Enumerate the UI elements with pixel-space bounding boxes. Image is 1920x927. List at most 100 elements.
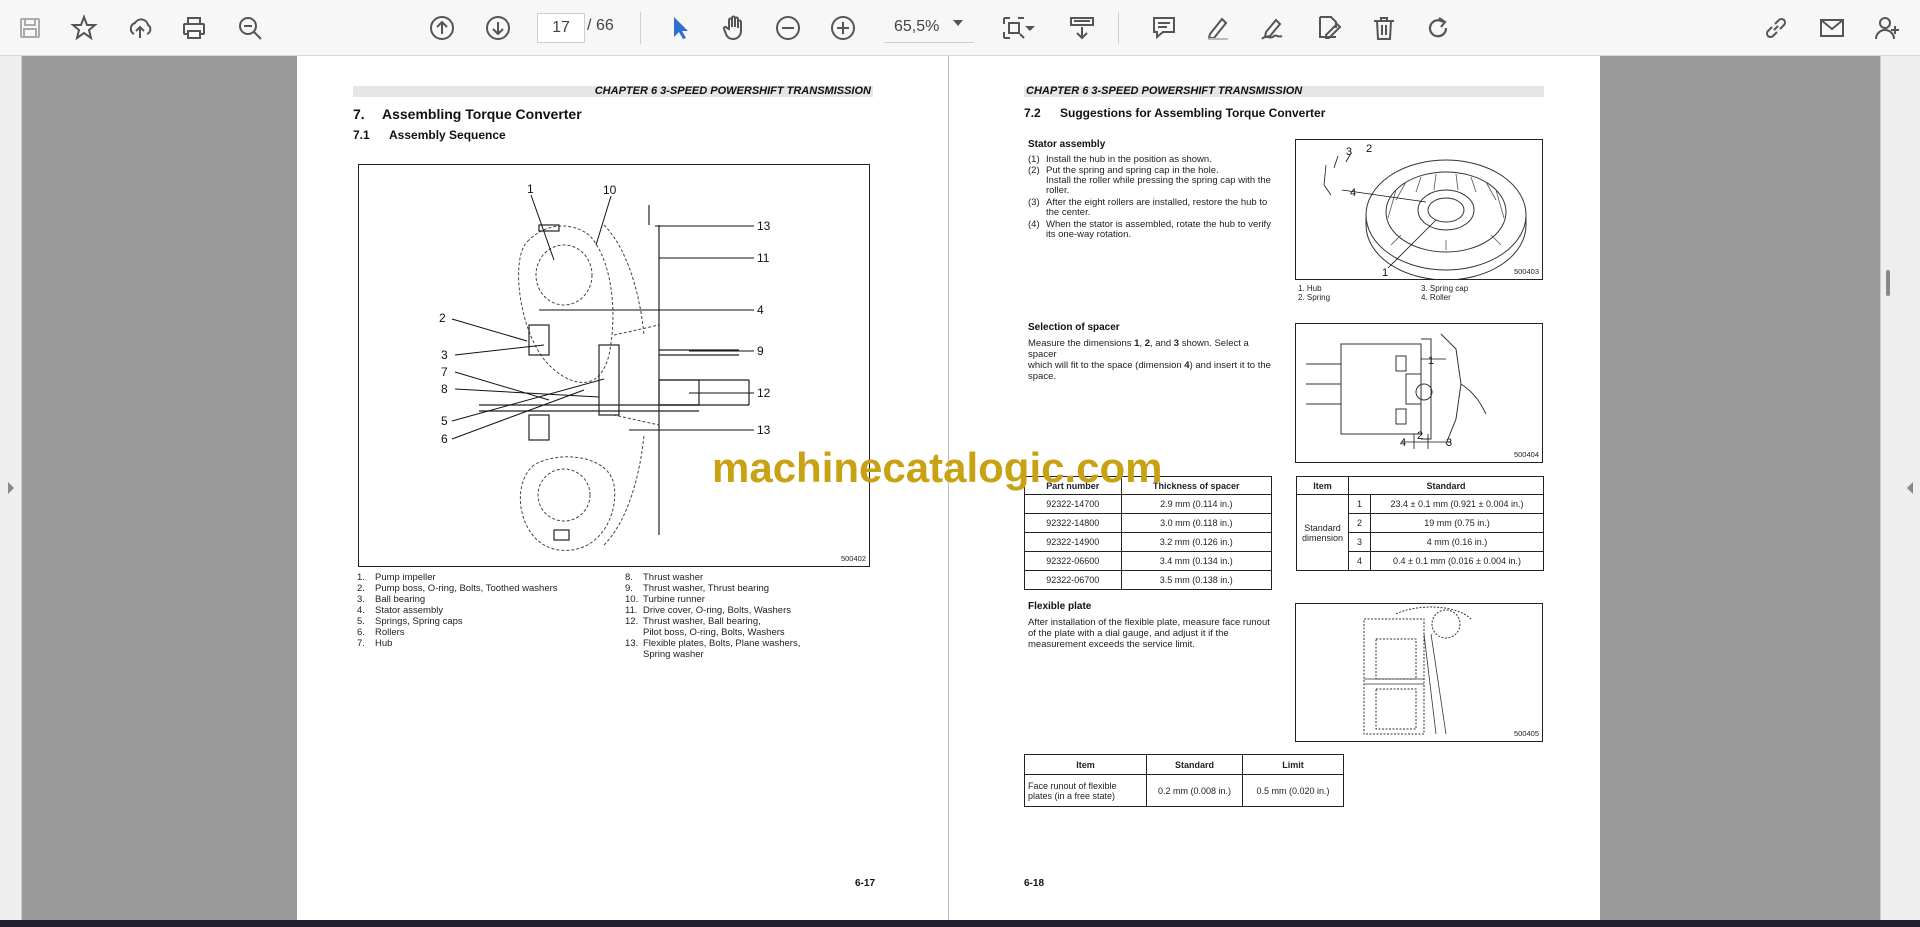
stator-callout-4: 4 [1350, 187, 1356, 199]
callout-10: 10 [603, 183, 617, 197]
callout-3: 3 [441, 348, 448, 362]
flexible-plate-text: After installation of the flexible plate… [1028, 617, 1270, 650]
add-user-icon[interactable] [1870, 10, 1906, 46]
dimension-table: Item Standard Standard dimension 1 23.4 ± … [1296, 476, 1544, 571]
step-line: (1) Install the hub in the position as sh… [1028, 154, 1212, 165]
callout-4: 4 [757, 303, 764, 317]
upload-cloud-icon[interactable] [122, 10, 158, 46]
stator-figure: 3 2 4 1 500403 [1295, 139, 1543, 280]
chapter-header: CHAPTER 6 3-SPEED POWERSHIFT TRANSMISSIO… [353, 86, 873, 97]
table-cell: 4 [1348, 551, 1371, 571]
stator-legend-roller: 4. Roller [1421, 293, 1451, 302]
spacer-figure: 1 4 2 3 500404 [1295, 323, 1543, 463]
left-panel-toggle[interactable] [0, 56, 22, 922]
edit-text-icon[interactable] [1310, 10, 1346, 46]
flexible-plate-title: Flexible plate [1028, 601, 1092, 612]
table-cell: 1 [1348, 494, 1371, 514]
parts-legend-right: 8. Thrust washer 9. Thrust washer, Thrust … [625, 572, 885, 660]
taskbar-strip [0, 920, 1920, 927]
section-heading: Suggestions for Assembling Torque Conver… [1060, 106, 1326, 120]
print-icon[interactable] [176, 10, 212, 46]
fit-menu-chevron-icon[interactable] [1022, 10, 1038, 46]
table-header: Standard [1146, 754, 1243, 775]
page-number-input[interactable]: 17 [537, 13, 585, 43]
stator-legend-spring: 2. Spring [1298, 293, 1331, 302]
callout-5: 5 [441, 414, 448, 428]
spacer-callout-2: 2 [1417, 430, 1423, 442]
expand-right-arrow-icon[interactable] [1905, 480, 1915, 496]
stator-callout-3: 3 [1346, 146, 1352, 158]
stator-callout-1: 1 [1382, 267, 1388, 279]
table-header: Standard [1348, 476, 1544, 495]
torque-converter-drawing: 1 10 13 11 4 2 9 3 7 12 8 5 6 13 [439, 182, 771, 551]
legend-item: 8. Thrust washer [625, 572, 704, 583]
right-panel-toggle[interactable] [1880, 56, 1920, 922]
stator-legend-hub: 1. Hub [1298, 284, 1322, 293]
scroll-mode-icon[interactable] [1064, 10, 1100, 46]
table-cell: 19 mm (0.75 in.) [1370, 513, 1544, 533]
table-cell: 0.4 ± 0.1 mm (0.016 ± 0.004 in.) [1370, 551, 1544, 571]
table-header: Limit [1242, 754, 1344, 775]
table-cell: 92322-06700 [1024, 570, 1122, 590]
callout-6: 6 [441, 432, 448, 446]
step-line: its one-way rotation. [1046, 229, 1132, 240]
step-line: roller. [1046, 185, 1070, 196]
chevron-down-icon[interactable] [953, 20, 963, 26]
comment-icon[interactable] [1146, 10, 1182, 46]
highlight-pen-icon[interactable] [1200, 10, 1236, 46]
legend-item: 1. Pump impeller [357, 572, 436, 583]
toolbar-divider [640, 12, 641, 44]
spacer-drawing: 1 4 2 3 [1306, 333, 1487, 449]
parts-legend-left: 1. Pump impeller 2. Pump boss, O-ring, Bol… [357, 572, 627, 649]
legend-item: 6. Rollers [357, 627, 405, 638]
table-cell: 0.2 mm (0.008 in.) [1146, 774, 1243, 807]
legend-item: 3. Ball bearing [357, 594, 426, 605]
page-separator: / [587, 17, 592, 34]
share-link-icon[interactable] [1758, 10, 1794, 46]
spacer-callout-4: 4 [1400, 437, 1406, 449]
stator-title: Stator assembly [1028, 139, 1106, 150]
zoom-in-icon[interactable] [825, 10, 861, 46]
stator-drawing: 3 2 4 1 [1323, 143, 1527, 279]
torque-converter-figure: 1 10 13 11 4 2 9 3 7 12 8 5 6 13 500402 [358, 164, 870, 567]
hand-tool-icon[interactable] [716, 10, 752, 46]
spacer-table: Part number Thickness of spacer 92322-147… [1024, 476, 1273, 590]
callout-8: 8 [441, 382, 448, 396]
legend-item: 11. Drive cover, O-ring, Bolts, Washers [625, 605, 791, 616]
step-line: the center. [1046, 207, 1091, 218]
delete-trash-icon[interactable] [1366, 10, 1402, 46]
figure-id: 500404 [1513, 450, 1539, 459]
table-cell: 92322-14900 [1024, 532, 1122, 552]
table-header: Item [1296, 476, 1349, 495]
subsection-heading: Assembly Sequence [389, 128, 506, 142]
legend-item: 7. Hub [357, 638, 393, 649]
callout-13-bottom: 13 [757, 423, 771, 437]
email-envelope-icon[interactable] [1814, 10, 1850, 46]
table-cell: 3 [1348, 532, 1371, 552]
flexible-plate-figure: 500405 [1295, 603, 1543, 742]
zoom-level-select[interactable]: 65,5% [884, 13, 974, 43]
save-icon[interactable] [12, 10, 48, 46]
select-cursor-icon[interactable] [662, 10, 698, 46]
table-cell: 3.2 mm (0.126 in.) [1120, 532, 1273, 552]
rotate-icon[interactable] [1420, 10, 1456, 46]
previous-page-icon[interactable] [424, 10, 460, 46]
table-cell: 3.0 mm (0.118 in.) [1120, 513, 1273, 533]
scrollbar-thumb[interactable] [1886, 270, 1890, 296]
expand-left-arrow-icon[interactable] [6, 480, 16, 496]
bookmark-star-icon[interactable] [66, 10, 102, 46]
callout-9: 9 [757, 344, 764, 358]
zoom-out-icon[interactable] [770, 10, 806, 46]
table-cell: 2.9 mm (0.114 in.) [1120, 494, 1273, 514]
table-cell: 3.4 mm (0.134 in.) [1120, 551, 1273, 571]
spacer-text: Measure the dimensions 1, 2, and 3 shown… [1028, 338, 1271, 382]
legend-item: 13. Flexible plates, Bolts, Plane washers… [625, 638, 801, 649]
stator-callout-2: 2 [1366, 143, 1372, 155]
draw-signature-icon[interactable] [1254, 10, 1290, 46]
zoom-out-search-icon[interactable] [232, 10, 268, 46]
watermark-text: machinecatalogic.com [712, 444, 1163, 491]
toolbar-divider [1118, 12, 1119, 44]
next-page-icon[interactable] [480, 10, 516, 46]
figure-id: 500402 [840, 554, 866, 563]
section-number: 7. [353, 106, 365, 122]
